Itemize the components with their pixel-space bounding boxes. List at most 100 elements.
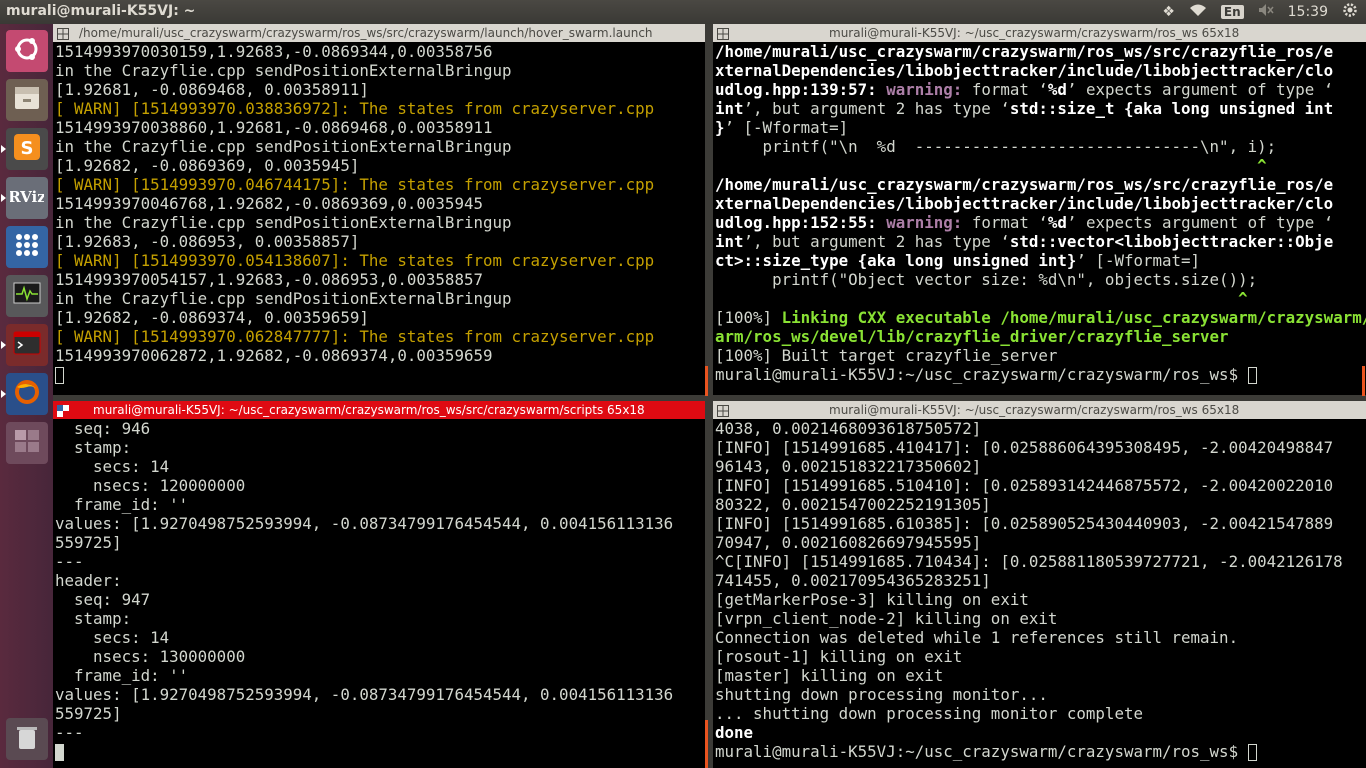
terminal-titlebar: murali@murali-K55VJ: ~/usc_crazyswarm/cr… bbox=[713, 24, 1366, 42]
sublime-text-button[interactable]: S bbox=[1, 128, 48, 170]
output-line: 1514993970030159,1.92683,-0.0869344,0.00… bbox=[55, 42, 493, 61]
output-line: arm/ros_ws/devel/lib/crazyflie_driver/cr… bbox=[715, 327, 1229, 346]
output-line: [INFO] [1514991685.510410]: [0.025893142… bbox=[715, 476, 1334, 495]
output-line: [1.92683, -0.086953, 0.00358857] bbox=[55, 232, 360, 251]
output-line: [master] killing on exit bbox=[715, 666, 944, 685]
wifi-icon[interactable] bbox=[1189, 3, 1207, 21]
scrollbar-bottom-left[interactable] bbox=[705, 720, 708, 768]
output-line: secs: 14 bbox=[55, 457, 170, 476]
output-line: [1.92681, -0.0869468, 0.00358911] bbox=[55, 80, 369, 99]
shell-prompt[interactable]: murali@murali-K55VJ:~/usc_crazyswarm/cra… bbox=[715, 742, 1366, 761]
trash-button[interactable] bbox=[6, 718, 48, 760]
top-panel: murali@murali-K55VJ: ~ ❖ En 15:39 bbox=[0, 0, 1366, 24]
output-line: printf("\n %d --------------------------… bbox=[715, 137, 1277, 156]
volume-muted-icon[interactable] bbox=[1258, 3, 1274, 21]
terminal-menu-icon[interactable] bbox=[57, 27, 69, 40]
output-line: udlog.hpp:139:57: warning: format ‘%d’ e… bbox=[715, 80, 1334, 99]
svg-text:RViz: RViz bbox=[10, 188, 44, 206]
firefox-button[interactable] bbox=[1, 373, 48, 415]
terminal-menu-icon[interactable] bbox=[717, 27, 729, 40]
sublime-text-icon: S bbox=[12, 132, 42, 166]
output-line: [100%] Linking CXX executable /home/mura… bbox=[715, 308, 1366, 327]
rviz-button[interactable]: RViz bbox=[1, 177, 48, 219]
text-cursor bbox=[1247, 367, 1257, 384]
clock[interactable]: 15:39 bbox=[1288, 4, 1328, 20]
shell-prompt[interactable] bbox=[55, 742, 705, 761]
apps-grid-button[interactable] bbox=[6, 226, 48, 268]
output-line: [rosout-1] killing on exit bbox=[715, 647, 963, 666]
output-line: 559725] bbox=[55, 704, 122, 723]
terminal-output[interactable]: /home/murali/usc_crazyswarm/crazyswarm/r… bbox=[715, 42, 1366, 395]
output-line: header: bbox=[55, 571, 132, 590]
terminal-output[interactable]: 1514993970030159,1.92683,-0.0869344,0.00… bbox=[55, 42, 705, 395]
output-line: /home/murali/usc_crazyswarm/crazyswarm/r… bbox=[715, 175, 1334, 194]
output-line: [1.92682, -0.0869369, 0.0035945] bbox=[55, 156, 360, 175]
terminal-button[interactable] bbox=[1, 324, 48, 366]
system-monitor-icon bbox=[12, 279, 42, 313]
output-line: 96143, 0.002151832217350602] bbox=[715, 457, 982, 476]
output-line: done bbox=[715, 723, 754, 742]
output-line: 4038, 0.0021468093618750572] bbox=[715, 419, 982, 438]
terminal-titlebar: murali@murali-K55VJ: ~/usc_crazyswarm/cr… bbox=[713, 401, 1366, 419]
workspace-switcher-button[interactable] bbox=[6, 422, 48, 464]
launcher: S RViz bbox=[0, 24, 53, 768]
system-tray: ❖ En 15:39 bbox=[1162, 0, 1358, 24]
gear-icon[interactable] bbox=[1342, 2, 1358, 22]
output-line: /home/murali/usc_crazyswarm/crazyswarm/r… bbox=[715, 42, 1334, 61]
terminal-output[interactable]: 4038, 0.0021468093618750572] [INFO] [1514… bbox=[715, 419, 1366, 768]
output-line: values: [1.9270498752593994, -0.08734799… bbox=[55, 685, 674, 704]
output-line: [INFO] [1514991685.610385]: [0.025890525… bbox=[715, 514, 1334, 533]
output-line: [vrpn_client_node-2] killing on exit bbox=[715, 609, 1058, 628]
workspace-switcher-icon bbox=[12, 426, 42, 460]
trash-icon bbox=[12, 722, 42, 756]
terminal-bottom-right[interactable]: murali@murali-K55VJ: ~/usc_crazyswarm/cr… bbox=[713, 401, 1366, 768]
terminal-output[interactable]: seq: 946 stamp: secs: 14 nsecs: 12000000… bbox=[55, 419, 705, 768]
keyboard-language-indicator[interactable]: En bbox=[1220, 5, 1244, 19]
output-line: frame_id: '' bbox=[55, 495, 189, 514]
output-line: ct>::size_type {aka long unsigned int}’ … bbox=[715, 251, 1201, 270]
output-line: in the Crazyflie.cpp sendPositionExterna… bbox=[55, 137, 512, 156]
output-line: in the Crazyflie.cpp sendPositionExterna… bbox=[55, 289, 512, 308]
output-line: int’, but argument 2 has type ‘std::size… bbox=[715, 99, 1334, 118]
output-line: 1514993970054157,1.92683,-0.086953,0.003… bbox=[55, 270, 483, 289]
output-line: 741455, 0.002170954365283251] bbox=[715, 571, 991, 590]
files-icon bbox=[12, 83, 42, 117]
shell-prompt[interactable]: murali@murali-K55VJ:~/usc_crazyswarm/cra… bbox=[715, 365, 1366, 384]
terminal-title: murali@murali-K55VJ: ~/usc_crazyswarm/cr… bbox=[829, 26, 1240, 40]
output-line: seq: 946 bbox=[55, 419, 151, 438]
output-line: in the Crazyflie.cpp sendPositionExterna… bbox=[55, 61, 512, 80]
dropbox-icon[interactable]: ❖ bbox=[1162, 4, 1175, 20]
output-line: frame_id: '' bbox=[55, 666, 189, 685]
output-line: seq: 947 bbox=[55, 590, 151, 609]
output-line: ^ bbox=[715, 289, 1248, 308]
terminal-titlebar-active: murali@murali-K55VJ: ~/usc_crazyswarm/cr… bbox=[53, 401, 705, 419]
terminal-top-left[interactable]: /home/murali/usc_crazyswarm/crazyswarm/r… bbox=[53, 24, 705, 395]
output-line: [100%] Built target crazyflie_server bbox=[715, 346, 1058, 365]
output-line: xternalDependencies/libobjecttracker/inc… bbox=[715, 61, 1334, 80]
svg-text:S: S bbox=[21, 138, 34, 159]
terminal-bottom-left[interactable]: murali@murali-K55VJ: ~/usc_crazyswarm/cr… bbox=[53, 401, 705, 768]
output-line: 80322, 0.0021547002252191305] bbox=[715, 495, 991, 514]
terminal-title: murali@murali-K55VJ: ~/usc_crazyswarm/cr… bbox=[829, 403, 1240, 417]
output-line: stamp: bbox=[55, 438, 141, 457]
system-monitor-button[interactable] bbox=[6, 275, 48, 317]
ubuntu-dash-button[interactable] bbox=[6, 30, 48, 72]
shell-prompt[interactable] bbox=[55, 365, 705, 384]
output-line: values: [1.9270498752593994, -0.08734799… bbox=[55, 514, 674, 533]
rviz-icon: RViz bbox=[8, 181, 46, 215]
scrollbar-top-left[interactable] bbox=[705, 366, 708, 396]
output-line: ... shutting down processing monitor com… bbox=[715, 704, 1143, 723]
window-title: murali@murali-K55VJ: ~ bbox=[6, 3, 196, 19]
terminal-menu-icon[interactable] bbox=[57, 404, 69, 417]
terminal-top-right[interactable]: murali@murali-K55VJ: ~/usc_crazyswarm/cr… bbox=[713, 24, 1366, 395]
output-line: int’, but argument 2 has type ‘std::vect… bbox=[715, 232, 1334, 251]
output-line: 70947, 0.002160826697945595] bbox=[715, 533, 982, 552]
firefox-icon bbox=[12, 377, 42, 411]
files-button[interactable] bbox=[6, 79, 48, 121]
output-line: secs: 14 bbox=[55, 628, 170, 647]
apps-grid-icon bbox=[12, 230, 42, 264]
output-line: ^C[INFO] [1514991685.710434]: [0.0258811… bbox=[715, 552, 1343, 571]
output-line: [ WARN] [1514993970.062847777]: The stat… bbox=[55, 327, 655, 346]
terminal-menu-icon[interactable] bbox=[717, 404, 729, 417]
output-line: 1514993970046768,1.92682,-0.0869369,0.00… bbox=[55, 194, 483, 213]
